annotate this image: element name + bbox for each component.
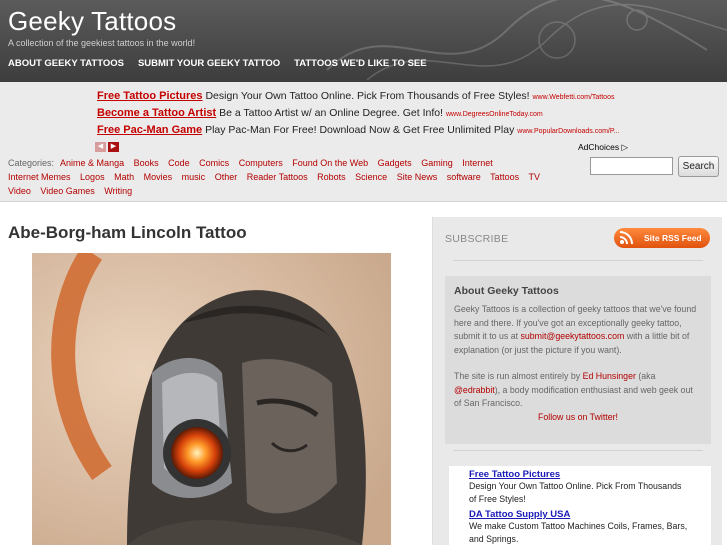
category-link[interactable]: Movies [144, 172, 173, 182]
category-link[interactable]: Writing [104, 186, 132, 196]
category-link[interactable]: Logos [80, 172, 105, 182]
ad-url[interactable]: www.PopularDownloads.com/P... [517, 128, 619, 135]
category-link[interactable]: Internet Memes [8, 172, 71, 182]
divider [453, 450, 703, 451]
category-link[interactable]: Tattoos [490, 172, 519, 182]
about-text: Geeky Tattoos is a collection of geeky t… [454, 304, 697, 355]
category-link[interactable]: Other [215, 172, 238, 182]
category-list: Categories: Anime & Manga Books Code Com… [8, 156, 568, 198]
sidebar-ads: Free Tattoo Pictures Design Your Own Tat… [449, 466, 711, 545]
author-link[interactable]: Ed Hunsinger [583, 371, 636, 381]
twitter-handle-link[interactable]: @edrabbit [454, 385, 495, 395]
adchoices-link[interactable]: AdChoices ▷ [578, 142, 628, 153]
category-link[interactable]: software [447, 172, 481, 182]
nav-submit[interactable]: SUBMIT YOUR GEEKY TATTOO [138, 58, 280, 69]
category-link[interactable]: Code [168, 158, 190, 168]
ad-title[interactable]: Free Pac-Man Game [97, 124, 202, 136]
decorative-swirl [326, 0, 727, 81]
ad-title[interactable]: Free Tattoo Pictures [97, 90, 203, 102]
submit-email-link[interactable]: submit@geekytattoos.com [521, 331, 625, 341]
nav-about[interactable]: ABOUT GEEKY TATTOOS [8, 58, 124, 69]
twitter-follow-link[interactable]: Follow us on Twitter! [538, 412, 618, 422]
category-link[interactable]: Comics [199, 158, 229, 168]
about-box: About Geeky Tattoos Geeky Tattoos is a c… [445, 276, 711, 444]
ad-text: Design Your Own Tattoo Online. Pick From… [205, 90, 530, 102]
post-title[interactable]: Abe-Borg-ham Lincoln Tattoo [8, 223, 247, 243]
ad-url[interactable]: www.Webfetti.com/Tattoos [533, 94, 615, 101]
subscribe-heading: SUBSCRIBE [445, 233, 509, 245]
sidebar-ad-text: Design Your Own Tattoo Online. Pick From… [469, 481, 682, 504]
sidebar: SUBSCRIBE Site RSS Feed About Geeky Tatt… [432, 217, 722, 545]
category-link[interactable]: Science [355, 172, 387, 182]
category-link[interactable]: Math [114, 172, 134, 182]
category-link[interactable]: Video [8, 186, 31, 196]
sidebar-ad-title[interactable]: Free Tattoo Pictures [469, 469, 691, 480]
about-heading: About Geeky Tattoos [454, 285, 559, 297]
search-button[interactable]: Search [678, 156, 719, 177]
category-link[interactable]: Robots [317, 172, 346, 182]
ad-link-row[interactable]: Free Pac-Man Game Play Pac-Man For Free!… [97, 124, 619, 136]
chevron-left-icon[interactable]: ◀ [95, 142, 106, 152]
category-link[interactable]: Anime & Manga [60, 158, 124, 168]
ad-title[interactable]: Become a Tattoo Artist [97, 107, 216, 119]
main-nav: ABOUT GEEKY TATTOOS SUBMIT YOUR GEEKY TA… [8, 58, 427, 69]
category-link[interactable]: Internet [462, 158, 493, 168]
post-image[interactable] [32, 253, 391, 545]
category-link[interactable]: music [182, 172, 206, 182]
rss-feed-button[interactable]: Site RSS Feed [614, 228, 710, 248]
about-author-text: The site is run almost entirely by Ed Hu… [454, 371, 693, 408]
top-band: Free Tattoo Pictures Design Your Own Tat… [0, 82, 727, 202]
ad-link-row[interactable]: Become a Tattoo Artist Be a Tattoo Artis… [97, 107, 543, 119]
rss-feed-label: Site RSS Feed [644, 233, 702, 243]
categories-label: Categories: [8, 158, 55, 168]
ad-url[interactable]: www.DegreesOnlineToday.com [446, 111, 543, 118]
ad-text: Play Pac-Man For Free! Download Now & Ge… [205, 124, 515, 136]
ad-text: Be a Tattoo Artist w/ an Online Degree. … [219, 107, 444, 119]
ad-pager: ◀ ▶ [95, 142, 119, 152]
site-tagline: A collection of the geekiest tattoos in … [8, 38, 196, 48]
category-link[interactable]: Computers [239, 158, 283, 168]
tattoo-photo [32, 253, 391, 545]
sidebar-ad-text: We make Custom Tattoo Machines Coils, Fr… [469, 521, 688, 544]
adchoices-label: AdChoices [578, 142, 620, 152]
rss-icon [619, 231, 633, 245]
category-link[interactable]: Video Games [40, 186, 94, 196]
category-link[interactable]: Gadgets [378, 158, 412, 168]
site-title[interactable]: Geeky Tattoos [8, 6, 176, 37]
sidebar-ad-title[interactable]: DA Tattoo Supply USA [469, 509, 691, 520]
category-link[interactable]: Books [134, 158, 159, 168]
divider [453, 260, 703, 261]
category-link[interactable]: TV [528, 172, 540, 182]
site-header: Geeky Tattoos A collection of the geekie… [0, 0, 727, 82]
ad-link-row[interactable]: Free Tattoo Pictures Design Your Own Tat… [97, 90, 614, 102]
search-input[interactable] [590, 157, 673, 175]
chevron-right-icon[interactable]: ▶ [108, 142, 119, 152]
category-link[interactable]: Reader Tattoos [247, 172, 308, 182]
category-link[interactable]: Gaming [421, 158, 453, 168]
category-link[interactable]: Found On the Web [292, 158, 368, 168]
adchoices-icon: ▷ [621, 142, 629, 152]
nav-wishlist[interactable]: TATTOOS WE'D LIKE TO SEE [294, 58, 426, 69]
category-link[interactable]: Site News [397, 172, 438, 182]
